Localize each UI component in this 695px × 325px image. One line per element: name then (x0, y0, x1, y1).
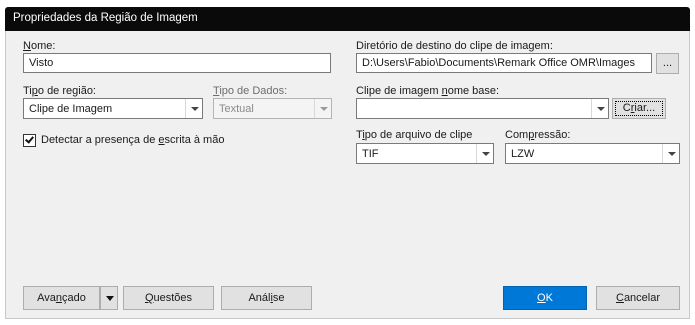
diretorio-input[interactable]: D:\Users\Fabio\Documents\Remark Office O… (356, 53, 652, 73)
tipo-regiao-label: Tipo de região: (23, 85, 96, 97)
criar-button[interactable]: Criar... (612, 98, 666, 119)
chevron-down-icon[interactable] (662, 144, 679, 163)
top-strip (0, 0, 695, 7)
compressao-select[interactable]: LZW (505, 143, 680, 164)
tipo-dados-label: Tipo de Dados: (213, 85, 288, 97)
tipo-arquivo-label: Tipo de arquivo de clipe (356, 129, 473, 141)
compressao-value: LZW (511, 148, 535, 160)
tipo-arquivo-select[interactable]: TIF (356, 143, 494, 164)
questoes-button[interactable]: Questões (123, 286, 214, 310)
checkmark-icon (25, 134, 34, 144)
detectar-label[interactable]: Detectar a presença de escrita à mão (41, 134, 224, 146)
nome-label: Nome: (23, 40, 56, 52)
ok-button[interactable]: OK (503, 286, 587, 310)
chevron-down-icon[interactable] (185, 99, 202, 118)
clipe-nome-label: Clipe de imagem nome base: (356, 85, 500, 97)
chevron-down-icon[interactable] (476, 144, 493, 163)
tipo-arquivo-value: TIF (362, 148, 379, 160)
tipo-regiao-value: Clipe de Imagem (29, 103, 113, 115)
analise-button[interactable]: Análise (221, 286, 312, 310)
compressao-label: Compressão: (505, 129, 571, 141)
tipo-dados-select: Textual (213, 98, 332, 119)
avancado-dropdown-button[interactable] (100, 286, 118, 310)
detectar-checkbox[interactable] (23, 134, 36, 147)
avancado-button[interactable]: Avançado (23, 286, 100, 310)
title-bar[interactable]: Propriedades da Região de Imagem (5, 7, 690, 31)
nome-input[interactable]: Visto (23, 53, 331, 73)
clipe-nome-select[interactable] (356, 98, 609, 119)
browse-button[interactable]: ... (656, 53, 679, 74)
tipo-dados-value: Textual (219, 103, 254, 115)
window-title: Propriedades da Região de Imagem (13, 12, 198, 24)
diretorio-label: Diretório de destino do clipe de imagem: (356, 40, 553, 52)
cancelar-button[interactable]: Cancelar (596, 286, 680, 310)
tipo-regiao-select[interactable]: Clipe de Imagem (23, 98, 203, 119)
chevron-down-icon (314, 99, 331, 118)
dialog-body: Nome: Visto Tipo de região: Clipe de Ima… (5, 31, 690, 319)
chevron-down-icon[interactable] (591, 99, 608, 118)
